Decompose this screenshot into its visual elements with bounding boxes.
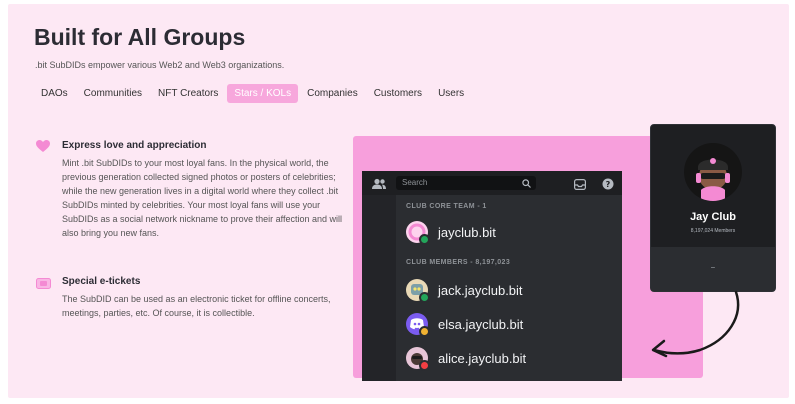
dnd-status-dot [419, 360, 430, 371]
server-rail [362, 195, 396, 381]
ticket-icon [36, 276, 51, 294]
club-member-count: 8,197,024 Members [690, 228, 736, 234]
member-name: jayclub.bit [438, 224, 496, 240]
card-footer-text: – [711, 264, 715, 271]
tab-users[interactable]: Users [431, 84, 471, 103]
heart-icon [36, 140, 50, 158]
inbox-icon[interactable] [574, 177, 587, 195]
feature-body: Mint .bit SubDIDs to your most loyal fan… [62, 158, 342, 238]
discord-toolbar: Search ? [362, 171, 622, 195]
search-input[interactable]: Search [396, 176, 536, 190]
club-name: Jay Club [690, 211, 736, 223]
online-status-dot [419, 234, 430, 245]
idle-status-dot [419, 326, 430, 337]
list-item[interactable]: jayclub.bit [406, 221, 496, 245]
online-status-dot [419, 292, 430, 303]
member-panel: CLUB CORE TEAM - 1 jayclub.bit CLUB MEMB… [396, 195, 622, 381]
section-title: Built for All Groups [34, 24, 246, 50]
pink-ring-avatar [406, 221, 430, 245]
character-avatar [406, 347, 430, 371]
list-item[interactable]: alice.jayclub.bit [406, 347, 527, 371]
svg-text:?: ? [606, 180, 611, 189]
discord-logo-avatar [406, 313, 430, 337]
feature-e-tickets: Special e-tickets The SubDID can be used… [36, 276, 346, 320]
help-icon[interactable]: ? [602, 177, 614, 195]
members-heading: CLUB MEMBERS - 8,197,023 [406, 259, 511, 266]
core-team-heading: CLUB CORE TEAM - 1 [406, 203, 487, 210]
search-icon [522, 179, 531, 188]
club-avatar [684, 143, 742, 201]
feature-title: Express love and appreciation [62, 140, 207, 151]
group-tabs: DAOs Communities NFT Creators Stars / KO… [34, 84, 473, 103]
robot-avatar [406, 279, 430, 303]
member-name: elsa.jayclub.bit [438, 316, 524, 332]
feature-express-love: Express love and appreciation Mint .bit … [36, 140, 346, 240]
section-subtitle: .bit SubDIDs empower various Web2 and We… [35, 60, 285, 70]
profile-card: Jay Club 8,197,024 Members – [650, 124, 776, 292]
feature-body: The SubDID can be used as an electronic … [62, 294, 331, 318]
friends-icon[interactable] [372, 177, 386, 195]
feature-title: Special e-tickets [62, 276, 141, 287]
tab-customers[interactable]: Customers [367, 84, 429, 103]
member-name: jack.jayclub.bit [438, 282, 523, 298]
tab-daos[interactable]: DAOs [34, 84, 75, 103]
tab-stars-kols[interactable]: Stars / KOLs [227, 84, 299, 103]
curved-arrow-icon [651, 290, 740, 358]
discord-member-list: Search ? CLUB CORE TEAM - 1 jayclub.bit … [362, 171, 622, 381]
list-item[interactable]: jack.jayclub.bit [406, 279, 523, 303]
member-name: alice.jayclub.bit [438, 350, 527, 366]
tab-communities[interactable]: Communities [77, 84, 149, 103]
tab-companies[interactable]: Companies [300, 84, 365, 103]
list-item[interactable]: elsa.jayclub.bit [406, 313, 524, 337]
tab-nft-creators[interactable]: NFT Creators [151, 84, 225, 103]
